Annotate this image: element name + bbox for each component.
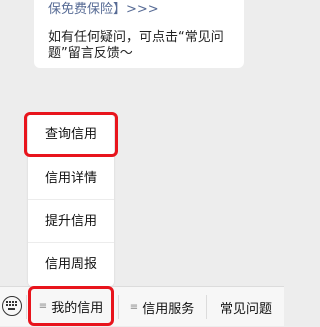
bottom-menu-bar: ≡ 我的信用 ≡ 信用服务 常见问题 <box>0 286 284 326</box>
menu-label: 信用服务 <box>142 301 195 317</box>
keyboard-icon <box>6 301 17 310</box>
menu-label: 我的信用 <box>51 300 104 316</box>
menu-faq[interactable]: 常见问题 <box>208 287 284 327</box>
menu-lines-icon: ≡ <box>129 301 139 313</box>
submenu-item-improve-credit[interactable]: 提升信用 <box>28 200 114 243</box>
chat-area: 保免费保险】>>> 如有任何疑问，可点击“常见问题”留言反馈～ 查询信用 信用详… <box>0 0 284 286</box>
menu-credit-service[interactable]: ≡ 信用服务 <box>120 287 204 327</box>
submenu-item-query-credit[interactable]: 查询信用 <box>24 112 118 157</box>
keyboard-toggle-button[interactable] <box>2 296 22 316</box>
insurance-link[interactable]: 保免费保险】>>> <box>48 2 232 18</box>
submenu-item-credit-weekly[interactable]: 信用周报 <box>28 243 114 286</box>
message-text: 如有任何疑问，可点击“常见问题”留言反馈～ <box>48 30 224 61</box>
menu-lines-icon: ≡ <box>38 300 48 312</box>
menu-label: 常见问题 <box>219 301 272 317</box>
submenu-popup: 查询信用 信用详情 提升信用 信用周报 <box>24 112 118 286</box>
message-bubble: 保免费保险】>>> 如有任何疑问，可点击“常见问题”留言反馈～ <box>34 0 244 68</box>
submenu-item-credit-details[interactable]: 信用详情 <box>28 157 114 200</box>
menu-my-credit[interactable]: ≡ 我的信用 <box>28 286 114 326</box>
menu-divider <box>118 295 119 319</box>
menu-divider <box>206 295 207 319</box>
menu-divider <box>26 295 27 319</box>
